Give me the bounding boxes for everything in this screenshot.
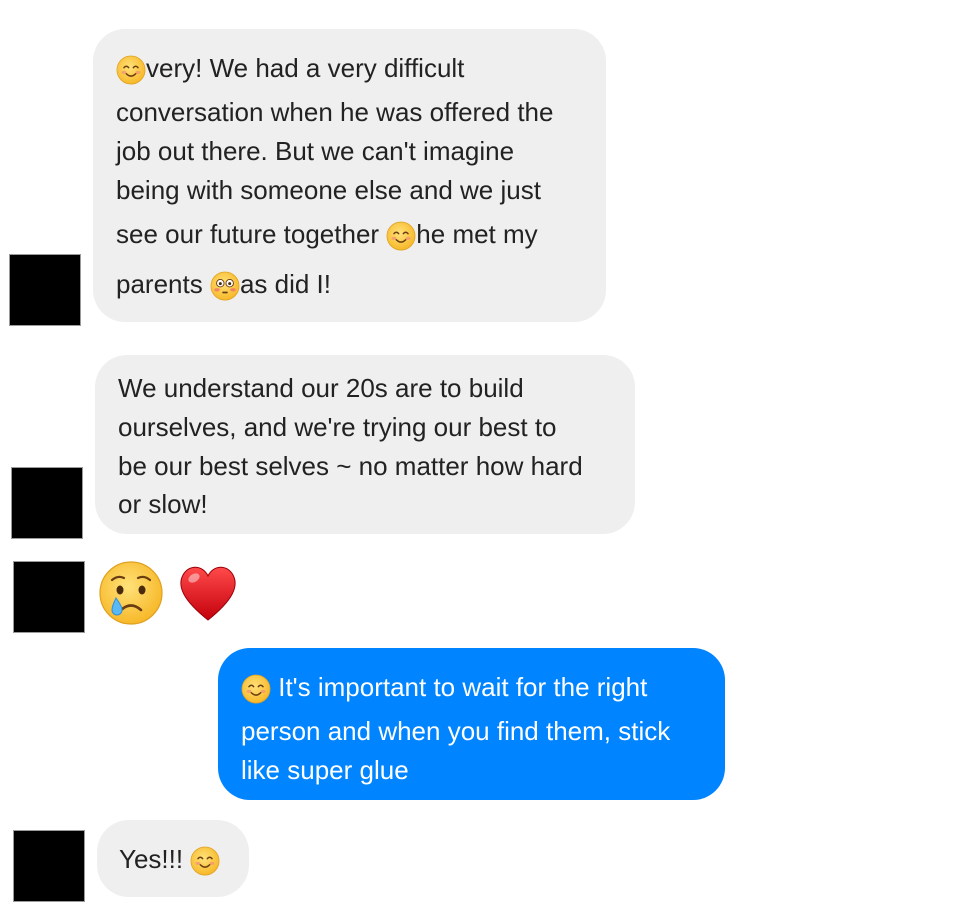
message-bubble-outgoing: It's important to wait for the right per… <box>218 648 725 800</box>
crying-face-icon <box>98 560 164 626</box>
message-bubble-incoming: Yes!!! <box>97 820 249 897</box>
message-bubble-incoming: very! We had a very difficult conversati… <box>93 29 606 322</box>
message-text-line: parents <box>116 269 210 299</box>
contact-avatar[interactable] <box>11 467 83 539</box>
message-text-line: being with someone else and we just <box>116 175 541 205</box>
red-heart-icon <box>175 560 241 626</box>
message-text-line: job out there. But we can't imagine <box>116 136 515 166</box>
smiling-face-icon <box>116 55 146 85</box>
message-text-line: conversation when he was offered the <box>116 97 554 127</box>
message-bubble-incoming: We understand our 20s are to build ourse… <box>95 355 635 534</box>
message-text-line: person and when you find them, stick <box>241 716 671 746</box>
message-text-line: he met my <box>416 219 538 249</box>
message-text-line: as did I! <box>239 269 332 299</box>
message-text-line: or slow! <box>118 489 208 519</box>
message-text-line: Yes!!! <box>119 844 191 874</box>
message-text-line: see our future together <box>116 219 387 249</box>
smiling-face-icon <box>241 674 271 704</box>
contact-avatar[interactable] <box>9 254 81 326</box>
smiling-face-icon <box>190 846 220 876</box>
message-text-line: be our best selves ~ no matter how hard <box>118 451 583 481</box>
message-text-line: We understand our 20s are to build <box>118 373 524 403</box>
message-text-line: very! We had a very difficult <box>146 53 465 83</box>
contact-avatar[interactable] <box>13 561 85 633</box>
contact-avatar[interactable] <box>13 830 85 902</box>
message-text-line: It's important to wait for the right <box>271 672 648 702</box>
smiling-face-icon <box>386 221 416 251</box>
message-text-line: ourselves, and we're trying our best to <box>118 412 557 442</box>
flushed-face-icon <box>210 271 240 301</box>
message-text-line: like super glue <box>241 755 409 785</box>
